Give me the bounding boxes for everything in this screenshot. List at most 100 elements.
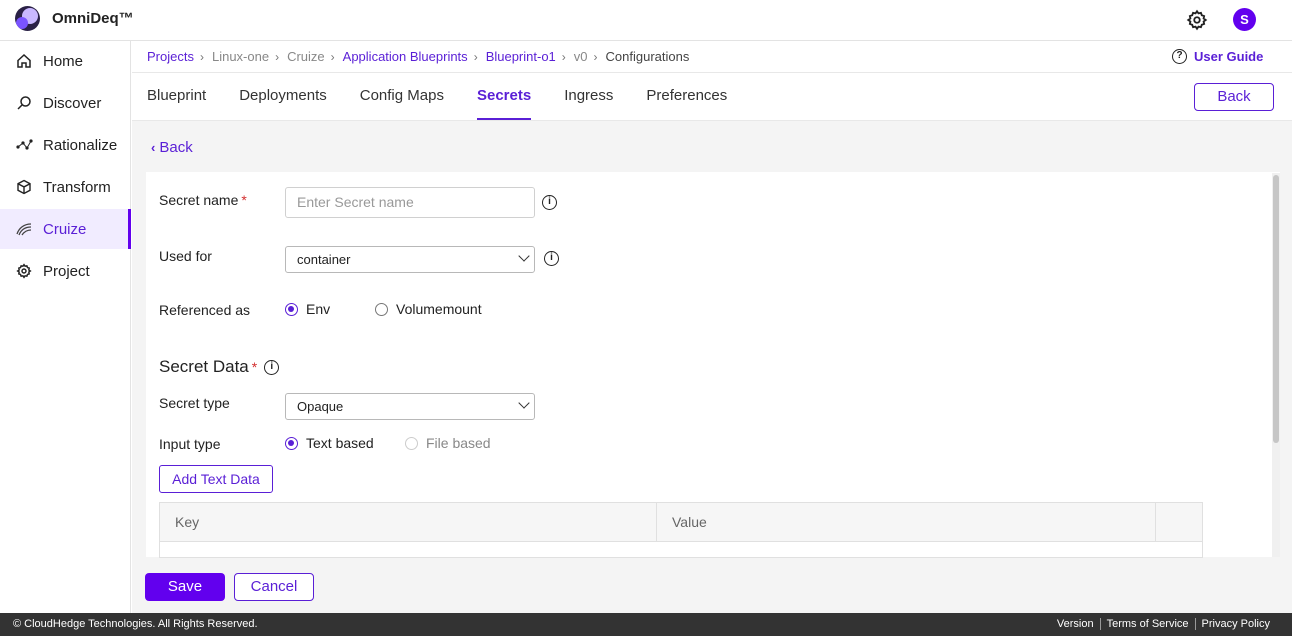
radio-text-based-label: Text based <box>306 435 374 451</box>
radio-disabled-icon <box>405 436 418 450</box>
chevron-left-icon: ‹ <box>151 140 156 155</box>
cancel-button[interactable]: Cancel <box>234 573 314 601</box>
sidebar-item-home[interactable]: Home <box>0 41 131 81</box>
breadcrumb-linux-one: Linux-one <box>211 49 270 64</box>
back-button[interactable]: Back <box>1194 83 1274 111</box>
tab-ingress[interactable]: Ingress <box>564 73 613 120</box>
secret-type-value: Opaque <box>297 399 344 414</box>
user-avatar[interactable]: S <box>1233 8 1256 31</box>
rationalize-icon <box>15 136 33 154</box>
chevron-right-icon: › <box>561 49 566 64</box>
discover-icon <box>15 94 33 112</box>
tab-secrets[interactable]: Secrets <box>476 73 532 120</box>
secret-type-label: Secret type <box>159 395 230 411</box>
radio-selected-icon <box>285 436 298 450</box>
back-link-label: Back <box>159 139 193 156</box>
chevron-right-icon: › <box>199 49 204 64</box>
secret-form-card <box>146 172 1280 557</box>
home-icon <box>15 52 33 70</box>
tab-config-maps[interactable]: Config Maps <box>360 73 444 120</box>
footer-link-privacy[interactable]: Privacy Policy <box>1194 618 1276 630</box>
add-text-data-button[interactable]: Add Text Data <box>159 465 273 493</box>
secret-data-title-text: Secret Data <box>159 357 249 376</box>
chevron-right-icon: › <box>275 49 280 64</box>
info-icon[interactable]: i <box>544 251 559 266</box>
info-icon[interactable]: i <box>264 359 280 375</box>
scrollbar[interactable] <box>1272 173 1280 557</box>
radio-env-label: Env <box>306 301 331 317</box>
info-icon[interactable]: i <box>542 195 557 210</box>
save-button[interactable]: Save <box>145 573 225 601</box>
referenced-as-label: Referenced as <box>159 302 251 318</box>
breadcrumb-blueprint-o1[interactable]: Blueprint-o1 <box>486 49 556 64</box>
tab-blueprint[interactable]: Blueprint <box>147 73 206 120</box>
used-for-value: container <box>297 252 351 267</box>
sidebar-item-label: Project <box>43 262 90 280</box>
sidebar-item-label: Rationalize <box>43 136 118 154</box>
sidebar-item-transform[interactable]: Transform <box>0 167 131 207</box>
chevron-right-icon: › <box>330 49 335 64</box>
radio-selected-icon <box>285 302 298 316</box>
sidebar-item-cruize[interactable]: Cruize <box>0 209 131 249</box>
chevron-down-icon <box>518 397 530 409</box>
breadcrumb-v0: v0 <box>573 49 588 64</box>
secret-name-label-text: Secret name <box>159 192 239 208</box>
chevron-down-icon <box>518 250 530 262</box>
chevron-right-icon: › <box>593 49 598 64</box>
tab-deployments[interactable]: Deployments <box>239 73 327 120</box>
sidebar-item-label: Discover <box>43 94 102 112</box>
top-bar: OmniDeq™ S <box>0 0 1292 41</box>
radio-volumemount-label: Volumemount <box>396 301 482 317</box>
settings-gear-icon[interactable] <box>1186 9 1208 31</box>
secret-name-input[interactable]: Enter Secret name <box>285 187 535 218</box>
secret-type-select[interactable]: Opaque <box>285 393 535 420</box>
radio-volumemount[interactable]: Volumemount <box>375 301 482 317</box>
help-circle-icon: ? <box>1172 49 1187 64</box>
brand-name: OmniDeq™ <box>52 10 134 27</box>
sidebar-item-label: Cruize <box>43 220 87 238</box>
footer-links: Version Terms of Service Privacy Policy <box>1051 618 1276 630</box>
radio-file-based-label: File based <box>426 435 491 451</box>
radio-text-based[interactable]: Text based <box>285 435 374 451</box>
breadcrumb: Projects › Linux-one › Cruize › Applicat… <box>147 49 695 64</box>
back-link[interactable]: ‹ Back <box>151 139 193 156</box>
cruize-icon <box>15 220 33 238</box>
used-for-label: Used for <box>159 248 212 264</box>
sidebar: Home Discover Rationalize Transform Crui… <box>0 41 131 613</box>
required-marker: * <box>241 192 247 208</box>
gear-icon <box>15 262 33 280</box>
secret-data-table: Key Value <box>159 502 1203 558</box>
radio-unselected-icon <box>375 302 388 316</box>
sidebar-item-label: Home <box>43 52 84 70</box>
sidebar-item-label: Transform <box>43 178 111 196</box>
cube-icon <box>15 178 33 196</box>
radio-file-based: File based <box>405 435 491 451</box>
used-for-select[interactable]: container <box>285 246 535 273</box>
column-header-key: Key <box>160 503 657 542</box>
breadcrumb-projects[interactable]: Projects <box>147 49 194 64</box>
secret-name-label: Secret name * <box>159 192 247 208</box>
tab-preferences[interactable]: Preferences <box>646 73 727 120</box>
footer-link-version[interactable]: Version <box>1051 618 1100 630</box>
footer-copyright: © CloudHedge Technologies. All Rights Re… <box>13 618 258 630</box>
user-guide-link[interactable]: ? User Guide <box>1172 49 1263 64</box>
sidebar-item-discover[interactable]: Discover <box>0 83 131 123</box>
radio-env[interactable]: Env <box>285 301 330 317</box>
breadcrumb-cruize: Cruize <box>287 49 325 64</box>
config-tabs: Blueprint Deployments Config Maps Secret… <box>147 73 760 120</box>
required-marker: * <box>251 359 258 375</box>
footer: © CloudHedge Technologies. All Rights Re… <box>0 613 1292 636</box>
input-type-label: Input type <box>159 436 221 452</box>
table-header: Key Value <box>160 503 1202 542</box>
footer-link-terms[interactable]: Terms of Service <box>1099 618 1195 630</box>
scrollbar-thumb[interactable] <box>1273 175 1279 443</box>
column-header-value: Value <box>657 503 1156 542</box>
omnideq-logo[interactable] <box>15 6 40 31</box>
sidebar-item-rationalize[interactable]: Rationalize <box>0 125 131 165</box>
breadcrumb-configurations: Configurations <box>605 49 690 64</box>
user-guide-label: User Guide <box>1194 49 1264 64</box>
chevron-right-icon: › <box>473 49 478 64</box>
breadcrumb-application-blueprints[interactable]: Application Blueprints <box>343 49 468 64</box>
secret-data-title: Secret Data * i <box>159 357 280 377</box>
sidebar-item-project[interactable]: Project <box>0 251 131 291</box>
